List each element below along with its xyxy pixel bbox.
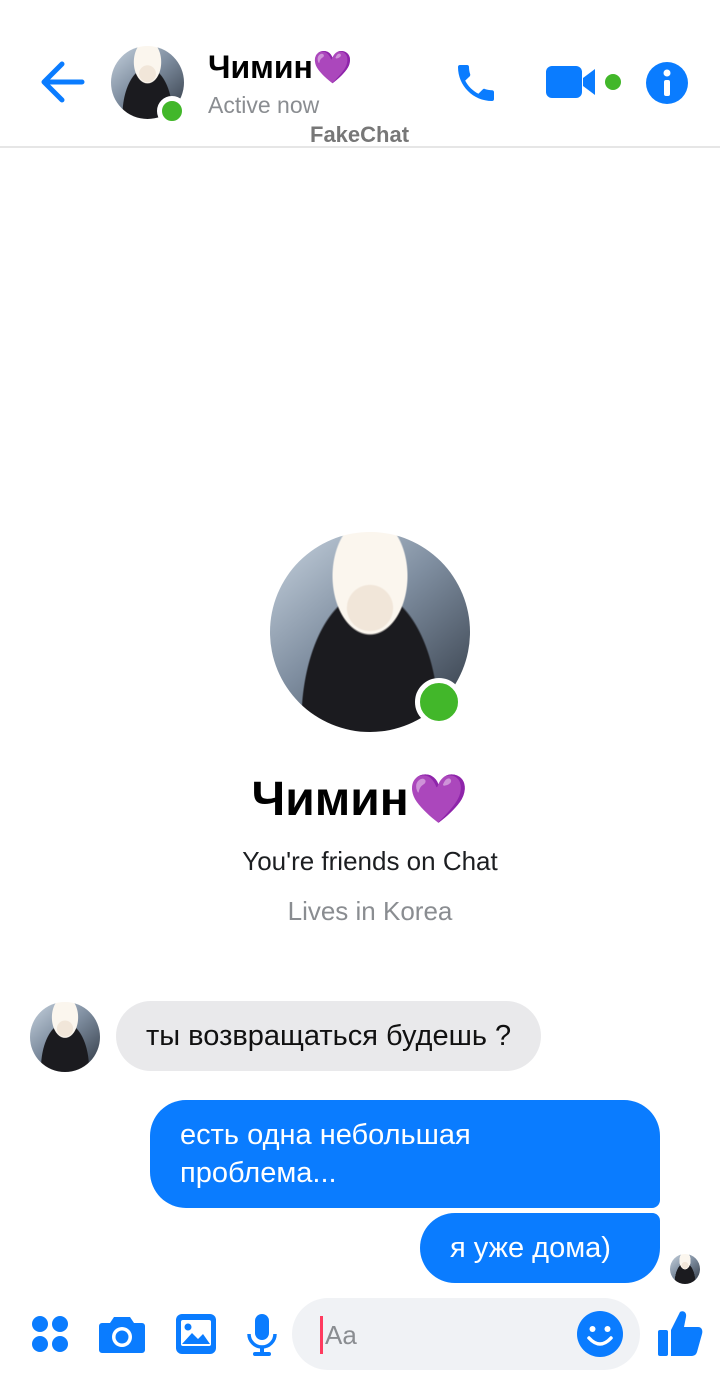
image-icon [176,1314,216,1354]
active-status: Active now [208,92,320,118]
video-camera-icon [546,66,595,98]
online-indicator [157,96,187,126]
emoji-button[interactable] [576,1310,624,1358]
apps-grid-icon [32,1316,68,1352]
thumbs-up-icon [658,1311,703,1356]
profile-name: Чимин💜 [251,773,469,826]
info-button[interactable] [645,61,689,105]
message-bubble-outgoing[interactable]: есть одна небольшая проблема... [150,1100,660,1208]
camera-button[interactable] [98,1313,146,1355]
phone-icon [458,65,494,101]
menu-button[interactable] [30,1314,70,1354]
video-call-button[interactable] [545,64,601,100]
watermark: FakeChat [310,122,410,147]
gallery-button[interactable] [174,1312,218,1356]
message-input[interactable] [320,1316,575,1354]
profile-online-indicator [415,678,463,726]
call-button[interactable] [452,58,500,108]
message-bubble-outgoing[interactable]: я уже дома) [420,1213,660,1283]
message-composer [292,1298,640,1370]
profile-friends-text: You're friends on Chat [242,846,498,876]
seen-receipt-avatar [670,1254,700,1284]
arrow-left-icon [41,61,85,103]
contact-name[interactable]: Чимин💜 [208,48,353,86]
back-button[interactable] [38,60,86,104]
message-bubble-incoming[interactable]: ты возвращаться будешь ? [116,1001,542,1071]
camera-icon [99,1317,145,1353]
like-button[interactable] [656,1308,704,1358]
microphone-icon [247,1314,277,1356]
info-icon [646,62,688,104]
video-active-dot [605,74,621,90]
microphone-button[interactable] [246,1312,278,1358]
profile-location-text: Lives in Korea [287,896,453,926]
sender-avatar[interactable] [30,1002,100,1072]
chat-header: Чимин💜 Active now FakeChat [0,0,720,148]
smiley-icon [577,1311,623,1357]
